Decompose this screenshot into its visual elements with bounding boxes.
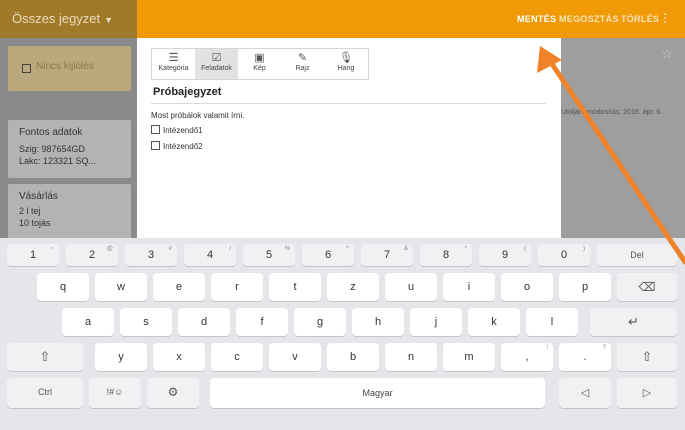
annotation-arrow <box>537 46 685 265</box>
arrow-shaft <box>545 55 685 265</box>
